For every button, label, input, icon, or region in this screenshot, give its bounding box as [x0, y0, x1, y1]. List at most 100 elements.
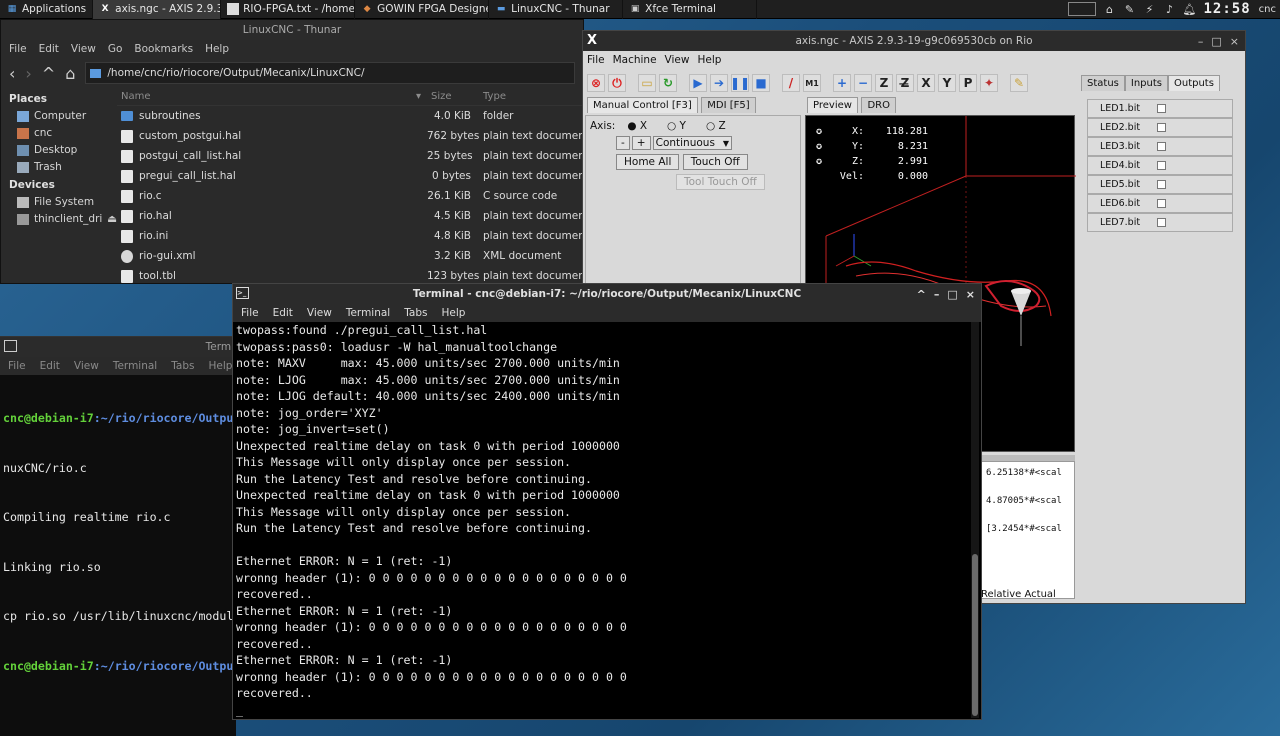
- gcode-listing[interactable]: 6.25138*#<scal 4.87005*#<scal [3.2454*#<…: [973, 461, 1075, 599]
- taskbar-item-axis[interactable]: X axis.ngc - AXIS 2.9.3-19...: [93, 0, 222, 19]
- thunar-titlebar[interactable]: LinuxCNC - Thunar: [1, 20, 583, 40]
- terminal-titlebar[interactable]: Termi: [0, 337, 236, 357]
- gcode-line[interactable]: 6.25138*#<scal: [974, 468, 1074, 496]
- jog-minus-button[interactable]: -: [616, 136, 630, 150]
- jog-plus-button[interactable]: +: [631, 136, 651, 150]
- menu-edit[interactable]: Edit: [40, 360, 60, 372]
- home-all-button[interactable]: Home All: [616, 154, 680, 170]
- menu-file[interactable]: File: [8, 360, 26, 372]
- file-row[interactable]: pregui_call_list.hal 0 bytes plain text do…: [117, 166, 583, 186]
- zoom-in-icon[interactable]: +: [833, 74, 851, 92]
- menu-machine[interactable]: Machine: [613, 54, 657, 66]
- maximize-icon[interactable]: □: [1211, 35, 1221, 48]
- zoom-out-icon[interactable]: −: [854, 74, 872, 92]
- location-bar[interactable]: /home/cnc/rio/riocore/Output/Mecanix/Lin…: [85, 62, 575, 84]
- menu-help[interactable]: Help: [697, 54, 721, 66]
- tab-dro[interactable]: DRO: [861, 97, 896, 113]
- scrollbar-thumb[interactable]: [972, 554, 978, 716]
- notification-icon[interactable]: 🔔︎: [1183, 3, 1197, 16]
- block-delete-icon[interactable]: /: [782, 74, 800, 92]
- terminal-titlebar[interactable]: >_ Terminal - cnc@debian-i7: ~/rio/rioco…: [233, 284, 981, 304]
- network-icon[interactable]: ⌂: [1104, 3, 1116, 16]
- maximize-icon[interactable]: □: [947, 288, 957, 301]
- volume-icon[interactable]: ♪: [1164, 3, 1176, 16]
- axis-titlebar[interactable]: X axis.ngc - AXIS 2.9.3-19-g9c069530cb o…: [583, 31, 1245, 51]
- sidebar-item-trash[interactable]: Trash: [1, 159, 117, 176]
- gcode-line[interactable]: [3.2454*#<scal: [974, 524, 1074, 552]
- eject-icon[interactable]: ⏏: [107, 213, 117, 225]
- menu-tabs[interactable]: Tabs: [404, 307, 427, 319]
- terminal-scrollbar[interactable]: [971, 322, 979, 718]
- reload-icon[interactable]: ↻: [659, 74, 677, 92]
- menu-file[interactable]: File: [241, 307, 259, 319]
- view-perspective-icon[interactable]: P: [959, 74, 977, 92]
- sidebar-item-computer[interactable]: Computer: [1, 108, 117, 125]
- terminal-output[interactable]: cnc@debian-i7:~/rio/riocore/Output nuxCN…: [0, 375, 236, 709]
- forward-arrow-icon[interactable]: ›: [25, 64, 31, 83]
- touch-off-button[interactable]: Touch Off: [682, 154, 748, 170]
- tab-manual-control[interactable]: Manual Control [F3]: [587, 97, 698, 113]
- open-file-icon[interactable]: ▭: [638, 74, 656, 92]
- close-icon[interactable]: ×: [966, 288, 975, 301]
- menu-terminal[interactable]: Terminal: [113, 360, 157, 372]
- mute-icon[interactable]: ✎: [1124, 3, 1136, 16]
- file-row[interactable]: subroutines 4.0 KiB folder: [117, 106, 583, 126]
- view-x-icon[interactable]: X: [917, 74, 935, 92]
- step-icon[interactable]: ➔: [710, 74, 728, 92]
- column-size[interactable]: Size: [427, 91, 477, 102]
- sidebar-item-cnc[interactable]: cnc: [1, 125, 117, 142]
- back-arrow-icon[interactable]: ‹: [9, 64, 15, 83]
- menu-go[interactable]: Go: [108, 43, 123, 55]
- clear-plot-icon[interactable]: ✎: [1010, 74, 1028, 92]
- file-row[interactable]: custom_postgui.hal 762 bytes plain text do…: [117, 126, 583, 146]
- menu-file[interactable]: File: [9, 43, 27, 55]
- menu-view[interactable]: View: [307, 307, 332, 319]
- sidebar-item-thinclient[interactable]: thinclient_dri... ⏏: [1, 211, 117, 228]
- taskbar-item-gowin[interactable]: ◆ GOWIN FPGA Designer: [355, 0, 490, 19]
- shade-icon[interactable]: ^: [917, 288, 926, 301]
- sidebar-item-file-system[interactable]: File System: [1, 194, 117, 211]
- tab-inputs[interactable]: Inputs: [1124, 75, 1168, 91]
- menu-help[interactable]: Help: [208, 360, 232, 372]
- menu-view[interactable]: View: [665, 54, 690, 66]
- menu-help[interactable]: Help: [441, 307, 465, 319]
- rotate-icon[interactable]: ✦: [980, 74, 998, 92]
- gcode-line[interactable]: 4.87005*#<scal: [974, 496, 1074, 524]
- tab-outputs[interactable]: Outputs: [1167, 75, 1220, 91]
- axis-radio-x[interactable]: ● X: [627, 120, 647, 132]
- menu-edit[interactable]: Edit: [39, 43, 59, 55]
- terminal-output[interactable]: twopass:found ./pregui_call_list.hal twop…: [236, 322, 964, 718]
- axis-radio-z[interactable]: ○ Z: [706, 120, 726, 132]
- clock[interactable]: 12:58: [1204, 1, 1251, 17]
- menu-help[interactable]: Help: [205, 43, 229, 55]
- close-icon[interactable]: ×: [1230, 35, 1239, 48]
- minimize-icon[interactable]: –: [1198, 35, 1204, 48]
- up-arrow-icon[interactable]: ^: [42, 64, 55, 83]
- menu-bookmarks[interactable]: Bookmarks: [134, 43, 193, 55]
- tab-preview[interactable]: Preview: [807, 97, 858, 113]
- menu-view[interactable]: View: [74, 360, 99, 372]
- view-y-icon[interactable]: Y: [938, 74, 956, 92]
- menu-edit[interactable]: Edit: [273, 307, 293, 319]
- column-type[interactable]: Type: [477, 91, 583, 102]
- file-row[interactable]: postgui_call_list.hal 25 bytes plain text …: [117, 146, 583, 166]
- view-z2-icon[interactable]: Z̶: [896, 74, 914, 92]
- power-icon[interactable]: ⚡: [1144, 3, 1156, 16]
- menu-tabs[interactable]: Tabs: [171, 360, 194, 372]
- column-name[interactable]: Name ▾: [117, 91, 427, 102]
- menu-view[interactable]: View: [71, 43, 96, 55]
- minimize-icon[interactable]: –: [934, 288, 940, 301]
- file-row[interactable]: rio.c 26.1 KiB C source code: [117, 186, 583, 206]
- tab-mdi[interactable]: MDI [F5]: [701, 97, 756, 113]
- jog-mode-select[interactable]: Continuous ▼: [652, 136, 733, 150]
- file-row[interactable]: tool.tbl 123 bytes plain text document: [117, 266, 583, 283]
- sidebar-item-desktop[interactable]: Desktop: [1, 142, 117, 159]
- stop-icon[interactable]: ■: [752, 74, 770, 92]
- taskbar-item-thunar[interactable]: ▬ LinuxCNC - Thunar: [489, 0, 624, 19]
- file-row[interactable]: rio.ini 4.8 KiB plain text document: [117, 226, 583, 246]
- taskbar-item-terminal[interactable]: ▣ Xfce Terminal: [623, 0, 758, 19]
- file-row[interactable]: rio-gui.xml 3.2 KiB XML document: [117, 246, 583, 266]
- view-z-icon[interactable]: Z: [875, 74, 893, 92]
- taskbar-item-text-editor[interactable]: RIO-FPGA.txt - /home/c...: [221, 0, 356, 19]
- machine-power-icon[interactable]: ⏻: [608, 74, 626, 92]
